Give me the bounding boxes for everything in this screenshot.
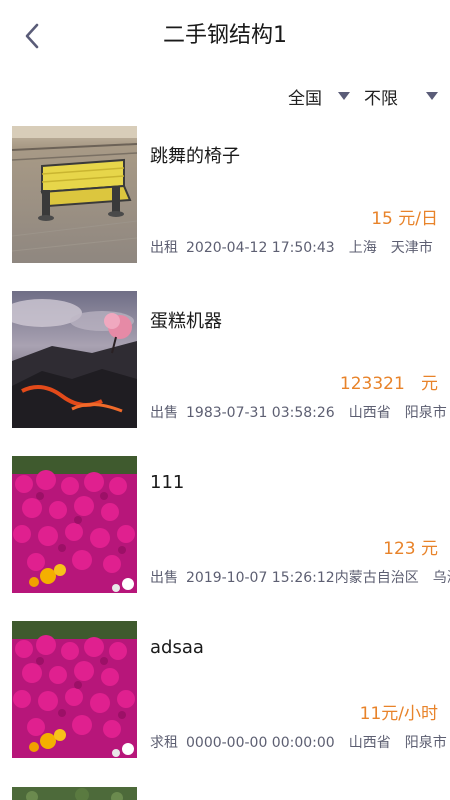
item-type: 出售 [150,405,178,421]
item-title: adsaa [150,637,204,658]
item-thumbnail [12,291,137,428]
item-title: 蛋糕机器 [150,311,222,332]
item-province: 山西省 [348,735,391,751]
caret-down-icon [338,92,350,100]
item-price: 123 元 [383,539,438,559]
item-meta: 出租 2020-04-12 17:50:43 上海 天津市 [150,237,450,257]
item-province: 内蒙古自治区 [334,570,419,586]
item-datetime: 2020-04-12 17:50:43 [186,240,335,256]
limit-filter-label: 不限 [364,88,398,109]
region-filter-label: 全国 [288,88,322,109]
item-province: 上海 [348,240,377,256]
list-item[interactable]: 蛋糕机器 123321 元 出售 1983-07-31 03:58:26 山西省 阳泉… [0,285,450,450]
caret-down-icon [426,92,438,100]
item-city: 阳泉市 [404,735,447,751]
item-city: 乌海 [432,570,450,586]
item-price: 11元/小时 [359,704,438,724]
item-thumbnail [12,126,137,263]
region-filter[interactable]: 全国 [288,84,350,109]
item-price: 123321 元 [339,374,438,394]
item-title: 111 [150,472,185,493]
listing-list: 跳舞的椅子 15 元/日 出租 2020-04-12 17:50:43 上海 天津市 [0,120,450,780]
item-type: 出租 [150,240,178,256]
item-province: 山西省 [348,405,391,421]
list-item[interactable]: 跳舞的椅子 15 元/日 出租 2020-04-12 17:50:43 上海 天津市 [0,120,450,285]
filter-bar: 全国 不限 [288,82,438,110]
next-item-thumbnail-partial [12,786,137,800]
item-thumbnail [12,621,137,758]
item-city: 阳泉市 [404,405,447,421]
list-item[interactable]: adsaa 11元/小时 求租 0000-00-00 00:00:00 山西省 阳泉市 [0,615,450,780]
list-item[interactable]: 111 123 元 出售 2019-10-07 15:26:12内蒙古自治区乌海 [0,450,450,615]
item-datetime: 0000-00-00 00:00:00 [186,735,335,751]
item-city: 天津市 [390,240,433,256]
item-meta: 出售 2019-10-07 15:26:12内蒙古自治区乌海 [150,567,450,587]
item-type: 出售 [150,570,178,586]
page-title: 二手钢结构1 [163,23,287,48]
item-datetime: 2019-10-07 15:26:12 [186,570,335,586]
header: 二手钢结构1 [0,0,450,72]
item-datetime: 1983-07-31 03:58:26 [186,405,335,421]
item-price: 15 元/日 [371,209,438,229]
item-meta: 求租 0000-00-00 00:00:00 山西省 阳泉市 [150,732,450,752]
item-title: 跳舞的椅子 [150,146,240,167]
limit-filter[interactable]: 不限 [364,84,438,109]
item-type: 求租 [150,735,178,751]
item-meta: 出售 1983-07-31 03:58:26 山西省 阳泉市 [150,402,450,422]
item-thumbnail [12,456,137,593]
